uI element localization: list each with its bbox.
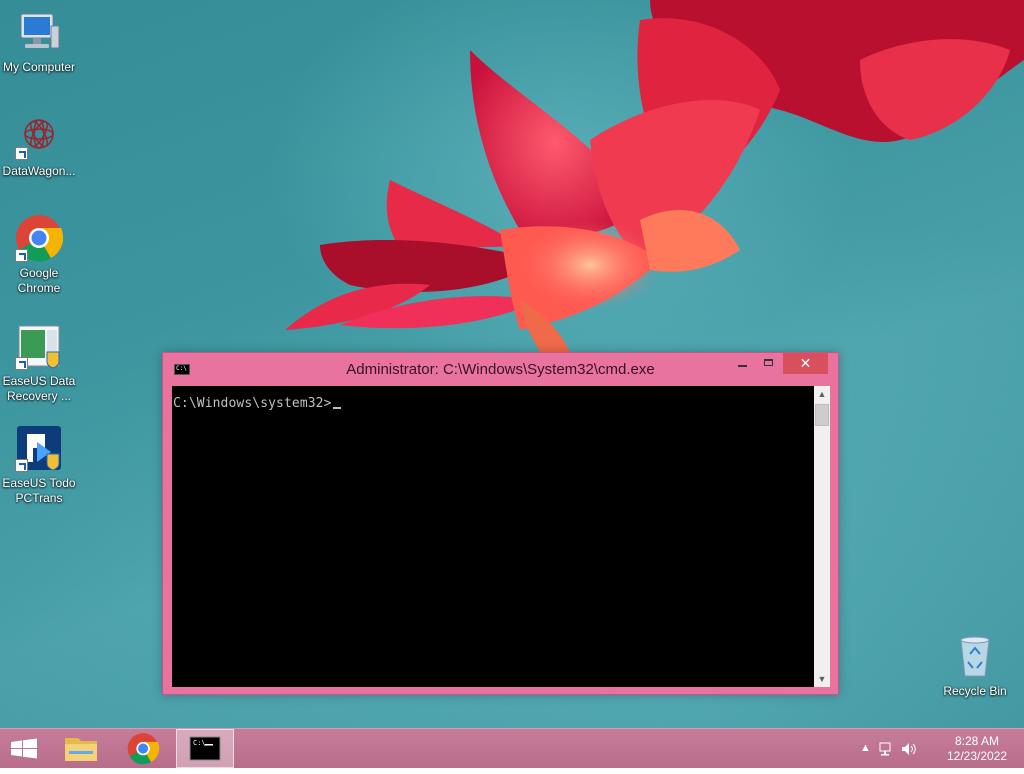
desktop-icon-label: Google Chrome: [17, 266, 61, 295]
clock-time: 8:28 AM: [954, 734, 1000, 748]
svg-text:C:\: C:\: [193, 739, 206, 747]
text-cursor: [332, 407, 341, 409]
desktop-icon-my-computer[interactable]: My Computer: [0, 8, 78, 75]
desktop-icon-easeus-todo-pctrans[interactable]: EaseUS Todo PCTrans: [0, 424, 78, 506]
shortcut-arrow-icon: [15, 357, 28, 370]
desktop-icon-label: EaseUS Todo PCTrans: [2, 476, 76, 505]
minimize-button[interactable]: [729, 353, 755, 374]
recycle-bin-icon: [960, 636, 990, 677]
desktop: My Computer DataWagon... Google Chrome E…: [0, 0, 1024, 728]
vertical-scrollbar[interactable]: ▲ ▼: [814, 386, 830, 687]
desktop-icon-label: EaseUS Data Recovery ...: [2, 374, 76, 403]
start-button[interactable]: [0, 729, 48, 769]
volume-icon[interactable]: [900, 741, 918, 757]
windows-logo-icon: [11, 738, 37, 759]
desktop-icon-datawagon[interactable]: DataWagon...: [0, 112, 78, 179]
taskbar-command-prompt[interactable]: C:\: [176, 729, 234, 768]
close-button[interactable]: ✕: [783, 353, 828, 374]
desktop-icon-google-chrome[interactable]: Google Chrome: [0, 214, 78, 296]
cmd-titlebar[interactable]: C:\ Administrator: C:\Windows\System32\c…: [163, 353, 838, 385]
cmd-window[interactable]: C:\ Administrator: C:\Windows\System32\c…: [162, 352, 839, 695]
desktop-icon-label: My Computer: [2, 60, 76, 74]
cmd-icon: C:\: [189, 736, 221, 761]
scrollbar-thumb[interactable]: [815, 404, 829, 426]
network-icon[interactable]: [878, 741, 894, 757]
command-prompt-text: C:\Windows\system32>: [173, 396, 332, 411]
console-output[interactable]: C:\Windows\system32>: [172, 386, 814, 687]
desktop-icon-label: Recycle Bin: [943, 684, 1007, 698]
desktop-icon-easeus-data-recovery[interactable]: EaseUS Data Recovery ...: [0, 322, 78, 404]
system-tray: ▲ 8:28 AM 12/23/2022: [854, 729, 1024, 769]
show-hidden-icons-icon[interactable]: ▲: [860, 742, 871, 754]
scroll-up-arrow-icon[interactable]: ▲: [814, 386, 830, 402]
scroll-down-arrow-icon[interactable]: ▼: [814, 671, 830, 687]
taskbar-file-explorer[interactable]: [52, 729, 110, 768]
desktop-icon-recycle-bin[interactable]: Recycle Bin: [936, 632, 1014, 699]
shortcut-arrow-icon: [15, 249, 28, 262]
taskbar-google-chrome[interactable]: [114, 729, 172, 768]
taskbar: C:\ ▲ 8:28 AM 12/23/2022: [0, 728, 1024, 768]
maximize-button[interactable]: [756, 353, 782, 374]
chrome-icon: [127, 733, 160, 765]
taskbar-clock[interactable]: 8:28 AM 12/23/2022: [942, 734, 1012, 764]
computer-icon: [20, 13, 60, 49]
folder-icon: [65, 738, 97, 761]
desktop-icon-label: DataWagon...: [2, 164, 76, 178]
shortcut-arrow-icon: [15, 459, 28, 472]
clock-date: 12/23/2022: [946, 749, 1008, 763]
close-icon: ✕: [799, 355, 812, 371]
shortcut-arrow-icon: [15, 147, 28, 160]
